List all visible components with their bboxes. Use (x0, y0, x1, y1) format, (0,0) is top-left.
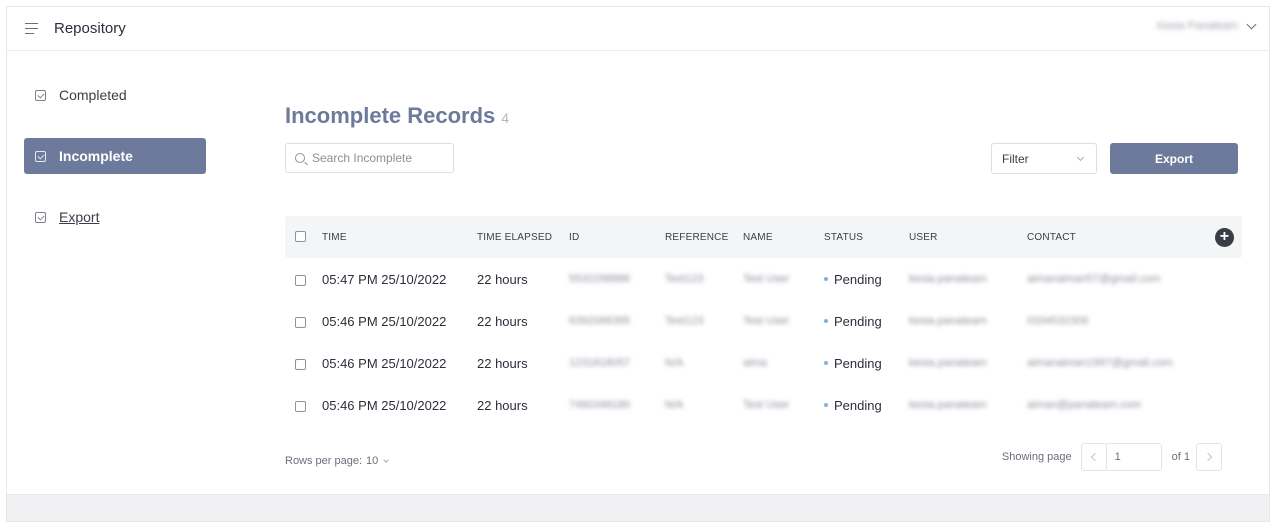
status-badge: Pending (824, 356, 909, 371)
status-badge: Pending (824, 398, 909, 413)
chevron-down-icon (1246, 19, 1257, 29)
cell-contact: 0334532309 (1027, 315, 1089, 327)
row-checkbox[interactable] (295, 274, 306, 286)
cell-contact: aiman@panateam.com (1027, 399, 1141, 411)
page-title-text: Incomplete Records (285, 103, 496, 128)
cell-time: 05:46 PM 25/10/2022 (322, 397, 447, 413)
column-header-status[interactable]: STATUS (824, 232, 909, 243)
status-dot-icon (824, 319, 828, 323)
cell-id: 6392068395 (569, 315, 631, 327)
export-icon (35, 211, 46, 223)
chevron-down-icon (383, 457, 390, 463)
column-header-reference[interactable]: REFERENCE (665, 232, 743, 243)
hamburger-menu-icon[interactable] (25, 23, 38, 35)
top-bar: Repository Kesia Panateam (7, 7, 1269, 51)
cell-name: Test User (743, 399, 790, 411)
cell-time: 05:47 PM 25/10/2022 (322, 271, 447, 287)
status-badge: Pending (824, 272, 909, 287)
cell-name: Test User (743, 273, 790, 285)
cell-time-elapsed: 22 hours (477, 313, 528, 329)
records-table: TIME TIME ELAPSED ID REFERENCE NAME STAT… (285, 216, 1242, 426)
cell-user: kesia.panateam (909, 315, 987, 327)
cell-id: 7460348180 (569, 399, 631, 411)
page-title: Incomplete Records 4 (285, 103, 509, 129)
filter-label: Filter (1002, 151, 1029, 166)
cell-name: aima (743, 357, 767, 369)
status-dot-icon (824, 403, 828, 407)
row-checkbox[interactable] (295, 358, 306, 370)
cell-id: 5532298886 (569, 273, 631, 285)
footer-bar (7, 494, 1269, 521)
sidebar-item-completed[interactable]: Completed (24, 77, 206, 113)
incomplete-icon (35, 150, 46, 162)
app-window: Repository Kesia Panateam Completed Inco… (6, 6, 1270, 522)
row-checkbox[interactable] (295, 400, 306, 412)
cell-user: kesia.panateam (909, 273, 987, 285)
next-page-button[interactable] (1196, 443, 1222, 471)
status-badge: Pending (824, 314, 909, 329)
cell-contact: aimanaiman1997@gmail.com (1027, 357, 1173, 369)
sidebar-item-label: Incomplete (59, 148, 133, 164)
cell-id: 1231818057 (569, 357, 631, 369)
search-box[interactable] (285, 143, 454, 173)
cell-time-elapsed: 22 hours (477, 397, 528, 413)
status-text: Pending (834, 271, 882, 287)
cell-time-elapsed: 22 hours (477, 355, 528, 371)
showing-page-label: Showing page (1001, 451, 1072, 463)
rows-per-page-value: 10 (366, 455, 379, 467)
sidebar-item-label: Export (59, 209, 100, 225)
cell-reference: N/A (665, 399, 684, 411)
cell-user: kesia.panateam (909, 357, 987, 369)
chevron-left-icon (1090, 452, 1100, 462)
table-header: TIME TIME ELAPSED ID REFERENCE NAME STAT… (285, 216, 1242, 258)
status-text: Pending (834, 397, 882, 413)
cell-time: 05:46 PM 25/10/2022 (322, 313, 447, 329)
cell-contact: aimanaiman57@gmail.com (1027, 273, 1161, 285)
user-name: Kesia Panateam (1157, 20, 1238, 32)
column-header-name[interactable]: NAME (743, 232, 824, 243)
cell-name: Test User (743, 315, 790, 327)
column-header-user[interactable]: USER (909, 232, 1027, 243)
cell-user: kesia.panateam (909, 399, 987, 411)
table-row[interactable]: 05:46 PM 25/10/2022 22 hours 1231818057 … (285, 342, 1242, 384)
status-text: Pending (834, 313, 882, 329)
row-checkbox[interactable] (295, 316, 306, 328)
chevron-right-icon (1203, 452, 1212, 462)
pagination: Showing page of 1 (1002, 443, 1222, 471)
column-header-contact[interactable]: CONTACT (1027, 232, 1227, 243)
checklist-icon (35, 89, 46, 101)
cell-reference: Test123 (665, 273, 704, 285)
search-input[interactable] (312, 151, 442, 165)
user-menu[interactable]: Kesia Panateam (1157, 19, 1257, 32)
rows-per-page-select[interactable]: Rows per page: 10 (285, 455, 390, 467)
status-text: Pending (834, 355, 882, 371)
app-title: Repository (54, 20, 126, 37)
filter-select[interactable]: Filter (991, 143, 1097, 174)
export-button[interactable]: Export (1110, 143, 1238, 174)
sidebar-item-export[interactable]: Export (24, 199, 206, 235)
prev-page-button[interactable] (1080, 443, 1107, 471)
search-icon (295, 153, 305, 163)
select-all-checkbox[interactable] (295, 231, 306, 243)
sidebar-item-label: Completed (59, 87, 127, 103)
cell-reference: Test123 (665, 315, 704, 327)
rows-per-page-label: Rows per page: (285, 455, 363, 467)
record-count: 4 (501, 110, 510, 126)
column-header-time[interactable]: TIME (322, 232, 477, 243)
page-number-input[interactable] (1106, 443, 1162, 471)
status-dot-icon (824, 277, 828, 281)
table-row[interactable]: 05:47 PM 25/10/2022 22 hours 5532298886 … (285, 258, 1242, 300)
cell-time-elapsed: 22 hours (477, 271, 528, 287)
status-dot-icon (824, 361, 828, 365)
sidebar-item-incomplete[interactable]: Incomplete (24, 138, 206, 174)
column-header-time-elapsed[interactable]: TIME ELAPSED (477, 232, 569, 243)
cell-reference: N/A (665, 357, 684, 369)
cell-time: 05:46 PM 25/10/2022 (322, 355, 447, 371)
table-row[interactable]: 05:46 PM 25/10/2022 22 hours 6392068395 … (285, 300, 1242, 342)
table-row[interactable]: 05:46 PM 25/10/2022 22 hours 7460348180 … (285, 384, 1242, 426)
column-header-id[interactable]: ID (569, 232, 665, 243)
add-column-icon[interactable]: + (1215, 228, 1234, 247)
total-pages-label: of 1 (1171, 451, 1190, 463)
chevron-down-icon (1076, 153, 1085, 162)
